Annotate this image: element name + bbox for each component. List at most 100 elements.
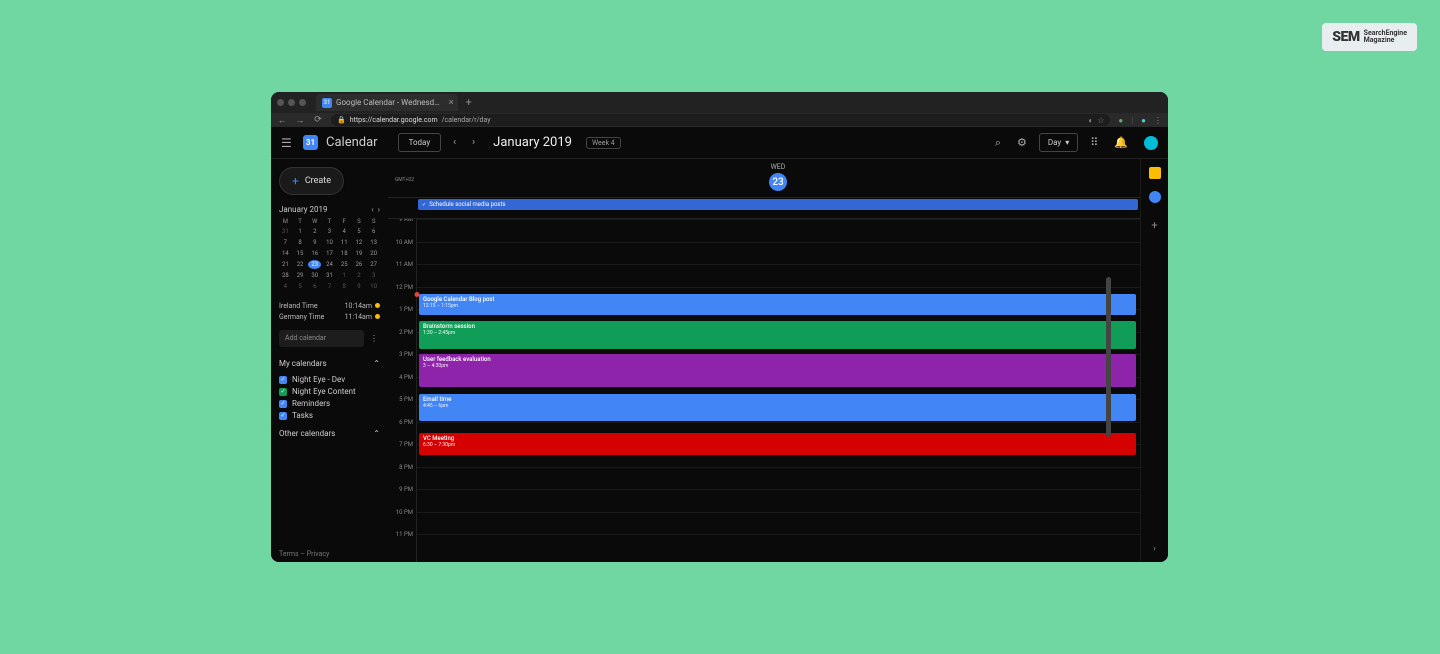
- mini-day[interactable]: 2: [353, 271, 366, 280]
- calendar-event[interactable]: Email time4:45 – 6pm: [419, 394, 1136, 421]
- mini-day[interactable]: 10: [367, 282, 380, 291]
- current-period: January 2019: [493, 135, 572, 150]
- collapse-panel-icon[interactable]: ›: [1153, 544, 1156, 554]
- browser-menu-icon[interactable]: ⋮: [1154, 116, 1162, 125]
- mini-day[interactable]: 10: [323, 238, 336, 247]
- calendar-event[interactable]: VC Meeting6:30 – 7:30pm: [419, 433, 1136, 455]
- mini-prev-icon[interactable]: ‹: [371, 205, 373, 214]
- add-calendar-input[interactable]: Add calendar: [279, 330, 364, 347]
- extension-icon[interactable]: ●: [1118, 116, 1123, 125]
- mini-day[interactable]: 5: [353, 227, 366, 236]
- app-name: Calendar: [326, 135, 378, 150]
- url-field[interactable]: 🔒 https://calendar.google.com/calendar/r…: [331, 114, 1110, 126]
- new-tab-icon[interactable]: +: [466, 96, 472, 109]
- mini-day[interactable]: 3: [323, 227, 336, 236]
- site-info-icon[interactable]: ◐: [1088, 116, 1093, 125]
- menu-icon[interactable]: ☰: [281, 136, 295, 150]
- mini-day[interactable]: 1: [294, 227, 307, 236]
- extension-icon-2[interactable]: ●: [1141, 116, 1146, 125]
- all-day-event[interactable]: ✓ Schedule social media posts: [418, 199, 1138, 210]
- avatar[interactable]: [1144, 136, 1158, 150]
- mini-day[interactable]: 25: [338, 260, 351, 269]
- mini-calendar[interactable]: MTWTFSS311234567891011121314151617181920…: [279, 218, 380, 291]
- star-icon[interactable]: ☆: [1097, 116, 1104, 125]
- app-header: ☰ 31 Calendar Today ‹ › January 2019 Wee…: [271, 127, 1168, 159]
- prev-day-icon[interactable]: ‹: [449, 137, 460, 148]
- week-badge: Week 4: [586, 137, 621, 149]
- mini-day[interactable]: 17: [323, 249, 336, 258]
- back-icon[interactable]: ←: [277, 115, 287, 126]
- mini-day[interactable]: 15: [294, 249, 307, 258]
- add-on-plus-icon[interactable]: +: [1151, 219, 1157, 232]
- calendar-toggle[interactable]: ✓Night Eye Content: [279, 387, 380, 396]
- mini-day[interactable]: 5: [294, 282, 307, 291]
- close-tab-icon[interactable]: ×: [449, 98, 454, 108]
- mini-day[interactable]: 30: [308, 271, 321, 280]
- mini-day[interactable]: 6: [367, 227, 380, 236]
- mini-day[interactable]: 26: [353, 260, 366, 269]
- mini-day[interactable]: 24: [323, 260, 336, 269]
- mini-day[interactable]: 31: [323, 271, 336, 280]
- reload-icon[interactable]: ⟳: [313, 115, 323, 125]
- calendar-toggle[interactable]: ✓Night Eye - Dev: [279, 375, 380, 384]
- mini-day[interactable]: 1: [338, 271, 351, 280]
- mini-day[interactable]: 9: [308, 238, 321, 247]
- mini-day[interactable]: 29: [294, 271, 307, 280]
- mini-day[interactable]: 8: [294, 238, 307, 247]
- mini-day[interactable]: 22: [294, 260, 307, 269]
- mini-day[interactable]: 23: [308, 260, 321, 269]
- mini-day[interactable]: 21: [279, 260, 292, 269]
- mini-day[interactable]: 18: [338, 249, 351, 258]
- settings-icon[interactable]: ⚙: [1017, 136, 1027, 149]
- scrollbar[interactable]: [1106, 239, 1111, 550]
- mini-day[interactable]: 11: [338, 238, 351, 247]
- search-icon[interactable]: ⌕: [995, 136, 1001, 150]
- keep-icon[interactable]: [1149, 167, 1161, 179]
- tasks-icon[interactable]: [1149, 191, 1161, 203]
- calendar-toggle[interactable]: ✓Reminders: [279, 399, 380, 408]
- mini-cal-title: January 2019: [279, 205, 327, 214]
- mini-next-icon[interactable]: ›: [378, 205, 380, 214]
- collapse-icon[interactable]: ⌃: [373, 429, 380, 438]
- notifications-icon[interactable]: 🔔: [1114, 136, 1128, 149]
- mini-day[interactable]: 13: [367, 238, 380, 247]
- terms-link[interactable]: Terms – Privacy: [279, 550, 380, 558]
- mini-day[interactable]: 6: [308, 282, 321, 291]
- date-number[interactable]: 23: [769, 173, 787, 191]
- mini-day[interactable]: 8: [338, 282, 351, 291]
- mini-day[interactable]: 7: [279, 238, 292, 247]
- mini-day[interactable]: 28: [279, 271, 292, 280]
- mini-day[interactable]: 27: [367, 260, 380, 269]
- calendar-toggle[interactable]: ✓Tasks: [279, 411, 380, 420]
- events-column[interactable]: Google Calendar Blog post12:15 – 1:15pm B…: [416, 219, 1140, 562]
- mini-day[interactable]: 7: [323, 282, 336, 291]
- mini-day[interactable]: 14: [279, 249, 292, 258]
- mini-day[interactable]: 2: [308, 227, 321, 236]
- browser-tab[interactable]: 31 Google Calendar - Wednesd… ×: [316, 94, 458, 111]
- add-calendar-menu-icon[interactable]: ⋮: [368, 330, 380, 347]
- browser-window: 31 Google Calendar - Wednesd… × + ← → ⟳ …: [271, 92, 1168, 562]
- today-button[interactable]: Today: [398, 133, 442, 152]
- mini-day[interactable]: 4: [279, 282, 292, 291]
- calendar-event[interactable]: User feedback evaluation3 – 4:30pm: [419, 354, 1136, 387]
- traffic-lights[interactable]: [277, 99, 306, 106]
- calendar-event[interactable]: Google Calendar Blog post12:15 – 1:15pm: [419, 294, 1136, 315]
- apps-icon[interactable]: ⠿: [1090, 136, 1098, 149]
- next-day-icon[interactable]: ›: [468, 137, 479, 148]
- forward-icon[interactable]: →: [295, 115, 305, 126]
- create-button[interactable]: + Create: [279, 167, 344, 195]
- mini-day[interactable]: 4: [338, 227, 351, 236]
- mini-day[interactable]: 19: [353, 249, 366, 258]
- mini-day[interactable]: 3: [367, 271, 380, 280]
- mini-day[interactable]: 31: [279, 227, 292, 236]
- day-view: GMT+02 WED 23 ✓ Schedule social media po…: [388, 159, 1140, 562]
- mini-day[interactable]: 9: [353, 282, 366, 291]
- mini-day[interactable]: 16: [308, 249, 321, 258]
- mini-day[interactable]: 12: [353, 238, 366, 247]
- tab-favicon: 31: [322, 98, 332, 108]
- collapse-icon[interactable]: ⌃: [373, 359, 380, 368]
- view-selector[interactable]: Day▾: [1039, 133, 1078, 152]
- mini-day[interactable]: 20: [367, 249, 380, 258]
- calendar-event[interactable]: Brainstorm session1:30 – 2:45pm: [419, 321, 1136, 349]
- timezone-row: Ireland Time10:14am: [279, 302, 380, 310]
